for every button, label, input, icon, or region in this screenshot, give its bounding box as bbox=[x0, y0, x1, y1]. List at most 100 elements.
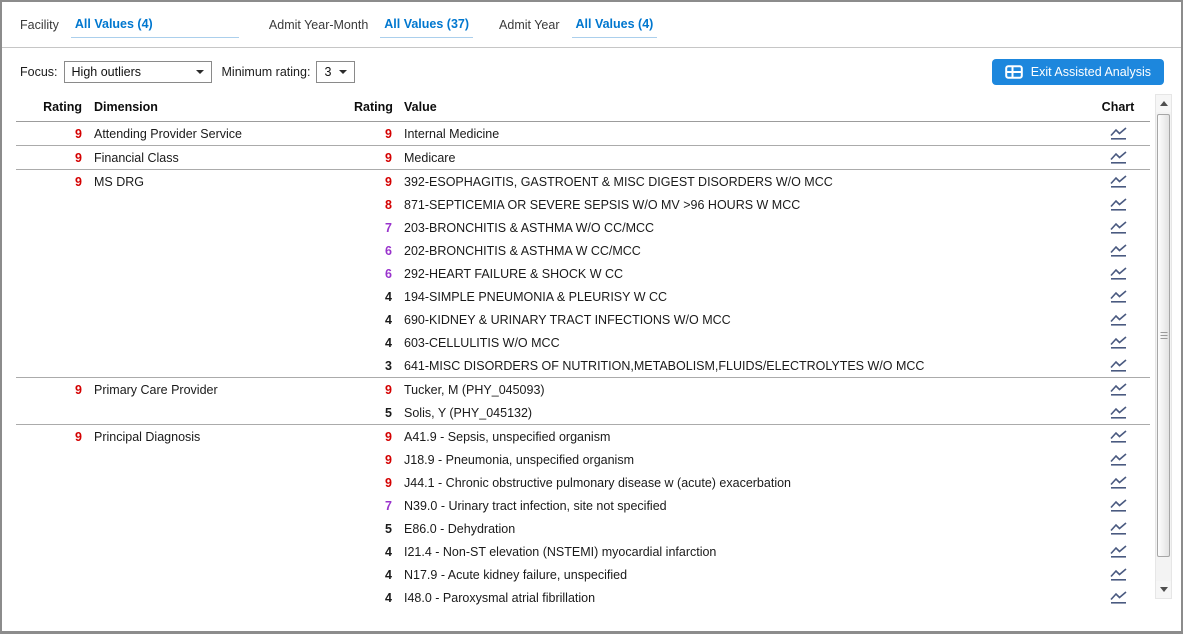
facility-label: Facility bbox=[20, 17, 59, 32]
line-chart-icon[interactable] bbox=[1107, 543, 1130, 560]
chart-cell bbox=[1086, 242, 1150, 260]
table-row: 9Principal Diagnosis9A41.9 - Sepsis, uns… bbox=[16, 425, 1150, 448]
chart-cell bbox=[1086, 288, 1150, 306]
line-chart-icon[interactable] bbox=[1107, 451, 1130, 468]
table-row: 6202-BRONCHITIS & ASTHMA W CC/MCC bbox=[16, 239, 1150, 262]
minimum-rating-dropdown[interactable]: 3 bbox=[316, 61, 355, 83]
minimum-rating-dropdown-value: 3 bbox=[324, 65, 331, 79]
line-chart-icon[interactable] bbox=[1107, 404, 1130, 421]
chart-cell bbox=[1086, 311, 1150, 329]
value-rating: 9 bbox=[354, 430, 392, 444]
chart-cell bbox=[1086, 357, 1150, 375]
scroll-up-button[interactable] bbox=[1156, 95, 1171, 112]
scrollbar-thumb[interactable] bbox=[1157, 114, 1170, 557]
line-chart-icon[interactable] bbox=[1107, 566, 1130, 583]
value-rating: 5 bbox=[354, 406, 392, 420]
table-row: 9MS DRG9392-ESOPHAGITIS, GASTROENT & MIS… bbox=[16, 170, 1150, 193]
dimension-name: Principal Diagnosis bbox=[82, 430, 354, 444]
value-text: J44.1 - Chronic obstructive pulmonary di… bbox=[392, 476, 1086, 490]
table-row: 5E86.0 - Dehydration bbox=[16, 517, 1150, 540]
chart-cell bbox=[1086, 265, 1150, 283]
value-rating: 9 bbox=[354, 175, 392, 189]
line-chart-icon[interactable] bbox=[1107, 589, 1130, 606]
table-row: 4N17.9 - Acute kidney failure, unspecifi… bbox=[16, 563, 1150, 586]
table-header-row: Rating Dimension Rating Value Chart bbox=[16, 94, 1150, 122]
value-text: 603-CELLULITIS W/O MCC bbox=[392, 336, 1086, 350]
chart-cell bbox=[1086, 474, 1150, 492]
chart-cell bbox=[1086, 334, 1150, 352]
value-rating: 7 bbox=[354, 499, 392, 513]
value-rating: 4 bbox=[354, 336, 392, 350]
table-row: 4I21.4 - Non-ST elevation (NSTEMI) myoca… bbox=[16, 540, 1150, 563]
value-text: 871-SEPTICEMIA OR SEVERE SEPSIS W/O MV >… bbox=[392, 198, 1086, 212]
value-rating: 4 bbox=[354, 313, 392, 327]
line-chart-icon[interactable] bbox=[1107, 520, 1130, 537]
line-chart-icon[interactable] bbox=[1107, 219, 1130, 236]
line-chart-icon[interactable] bbox=[1107, 474, 1130, 491]
value-text: Solis, Y (PHY_045132) bbox=[392, 406, 1086, 420]
chart-cell bbox=[1086, 196, 1150, 214]
value-rating: 4 bbox=[354, 591, 392, 605]
value-rating: 9 bbox=[354, 453, 392, 467]
dimension-name: Financial Class bbox=[82, 151, 354, 165]
header-value: Value bbox=[392, 100, 1086, 114]
table-row: 7203-BRONCHITIS & ASTHMA W/O CC/MCC bbox=[16, 216, 1150, 239]
chart-cell bbox=[1086, 404, 1150, 422]
chart-cell bbox=[1086, 125, 1150, 143]
table-row: 7N39.0 - Urinary tract infection, site n… bbox=[16, 494, 1150, 517]
line-chart-icon[interactable] bbox=[1107, 497, 1130, 514]
value-text: 203-BRONCHITIS & ASTHMA W/O CC/MCC bbox=[392, 221, 1086, 235]
focus-label: Focus: bbox=[20, 65, 58, 79]
line-chart-icon[interactable] bbox=[1107, 125, 1130, 142]
line-chart-icon[interactable] bbox=[1107, 381, 1130, 398]
table-row: 8871-SEPTICEMIA OR SEVERE SEPSIS W/O MV … bbox=[16, 193, 1150, 216]
value-rating: 4 bbox=[354, 545, 392, 559]
scrollbar-grip-icon bbox=[1160, 332, 1167, 340]
dimension-rating: 9 bbox=[16, 383, 82, 397]
line-chart-icon[interactable] bbox=[1107, 311, 1130, 328]
table-body: 9Attending Provider Service9Internal Med… bbox=[16, 122, 1150, 609]
chevron-down-icon bbox=[339, 70, 347, 74]
exit-assisted-analysis-button[interactable]: Exit Assisted Analysis bbox=[992, 59, 1164, 85]
value-rating: 9 bbox=[354, 127, 392, 141]
value-text: I48.0 - Paroxysmal atrial fibrillation bbox=[392, 591, 1086, 605]
line-chart-icon[interactable] bbox=[1107, 357, 1130, 374]
table-grid-icon bbox=[1005, 65, 1023, 79]
line-chart-icon[interactable] bbox=[1107, 196, 1130, 213]
admit-year-value[interactable]: All Values (4) bbox=[572, 17, 658, 38]
value-rating: 9 bbox=[354, 383, 392, 397]
vertical-scrollbar[interactable] bbox=[1155, 94, 1172, 599]
chart-cell bbox=[1086, 566, 1150, 584]
line-chart-icon[interactable] bbox=[1107, 149, 1130, 166]
table-row: 9J44.1 - Chronic obstructive pulmonary d… bbox=[16, 471, 1150, 494]
line-chart-icon[interactable] bbox=[1107, 242, 1130, 259]
focus-dropdown[interactable]: High outliers bbox=[64, 61, 212, 83]
admit-year-month-value[interactable]: All Values (37) bbox=[380, 17, 473, 38]
line-chart-icon[interactable] bbox=[1107, 428, 1130, 445]
assisted-analysis-window: Facility All Values (4) Admit Year-Month… bbox=[0, 0, 1183, 634]
line-chart-icon[interactable] bbox=[1107, 173, 1130, 190]
header-chart: Chart bbox=[1086, 100, 1150, 114]
scroll-down-button[interactable] bbox=[1156, 581, 1171, 598]
value-rating: 9 bbox=[354, 476, 392, 490]
table-row: 4I48.0 - Paroxysmal atrial fibrillation bbox=[16, 586, 1150, 609]
dimension-rating: 9 bbox=[16, 430, 82, 444]
table-row: 4194-SIMPLE PNEUMONIA & PLEURISY W CC bbox=[16, 285, 1150, 308]
line-chart-icon[interactable] bbox=[1107, 334, 1130, 351]
value-text: 202-BRONCHITIS & ASTHMA W CC/MCC bbox=[392, 244, 1086, 258]
value-rating: 9 bbox=[354, 151, 392, 165]
line-chart-icon[interactable] bbox=[1107, 288, 1130, 305]
header-dimension: Dimension bbox=[82, 100, 354, 114]
admit-year-month-label: Admit Year-Month bbox=[269, 17, 368, 32]
header-rating-dimension: Rating bbox=[16, 100, 82, 114]
dimension-group: 9Primary Care Provider9Tucker, M (PHY_04… bbox=[16, 378, 1150, 425]
dimension-name: MS DRG bbox=[82, 175, 354, 189]
value-rating: 4 bbox=[354, 290, 392, 304]
value-text: Medicare bbox=[392, 151, 1086, 165]
line-chart-icon[interactable] bbox=[1107, 265, 1130, 282]
value-text: E86.0 - Dehydration bbox=[392, 522, 1086, 536]
facility-value[interactable]: All Values (4) bbox=[71, 17, 239, 38]
dimension-rating: 9 bbox=[16, 175, 82, 189]
dimension-group: 9Attending Provider Service9Internal Med… bbox=[16, 122, 1150, 146]
chart-cell bbox=[1086, 219, 1150, 237]
